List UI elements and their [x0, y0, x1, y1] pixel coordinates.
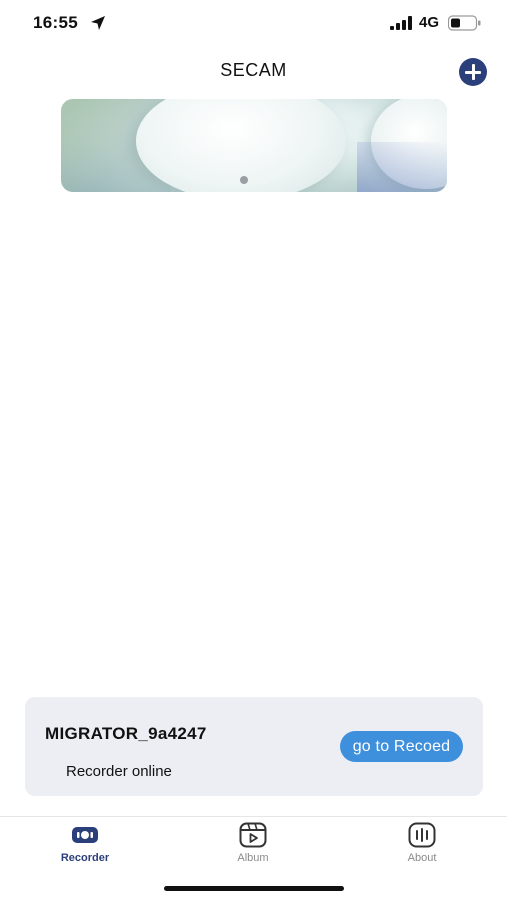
carousel-dots — [61, 176, 447, 184]
network-type: 4G — [419, 14, 440, 31]
carousel-dot-2[interactable] — [260, 176, 268, 184]
tab-about[interactable]: About — [362, 822, 482, 870]
add-device-button[interactable] — [459, 58, 487, 86]
tab-label: Album — [237, 852, 269, 864]
location-arrow-icon — [91, 16, 105, 30]
device-card[interactable]: MIGRATOR_9a4247 Recorder online go to Re… — [25, 697, 483, 796]
recorder-icon — [72, 827, 98, 843]
banner-shade — [357, 142, 447, 192]
tab-bar-divider — [0, 816, 507, 817]
album-icon — [239, 822, 267, 848]
tab-album[interactable]: Album — [193, 822, 313, 870]
battery-icon — [448, 15, 481, 31]
about-icon — [408, 822, 436, 848]
tab-recorder[interactable]: Recorder — [25, 822, 145, 870]
page-title: SECAM — [220, 60, 287, 80]
home-indicator[interactable] — [164, 886, 344, 891]
status-time: 16:55 — [33, 13, 78, 32]
go-to-recorder-button[interactable]: go to Recoed — [340, 731, 463, 762]
banner-carousel[interactable] — [61, 99, 447, 192]
tab-label: About — [407, 852, 437, 864]
carousel-dot-1[interactable] — [240, 176, 248, 184]
device-name: MIGRATOR_9a4247 — [45, 724, 207, 743]
tab-label: Recorder — [60, 852, 110, 864]
status-bar: 16:55 4G — [0, 0, 507, 48]
signal-icon — [390, 16, 412, 30]
device-status: Recorder online — [66, 763, 172, 780]
